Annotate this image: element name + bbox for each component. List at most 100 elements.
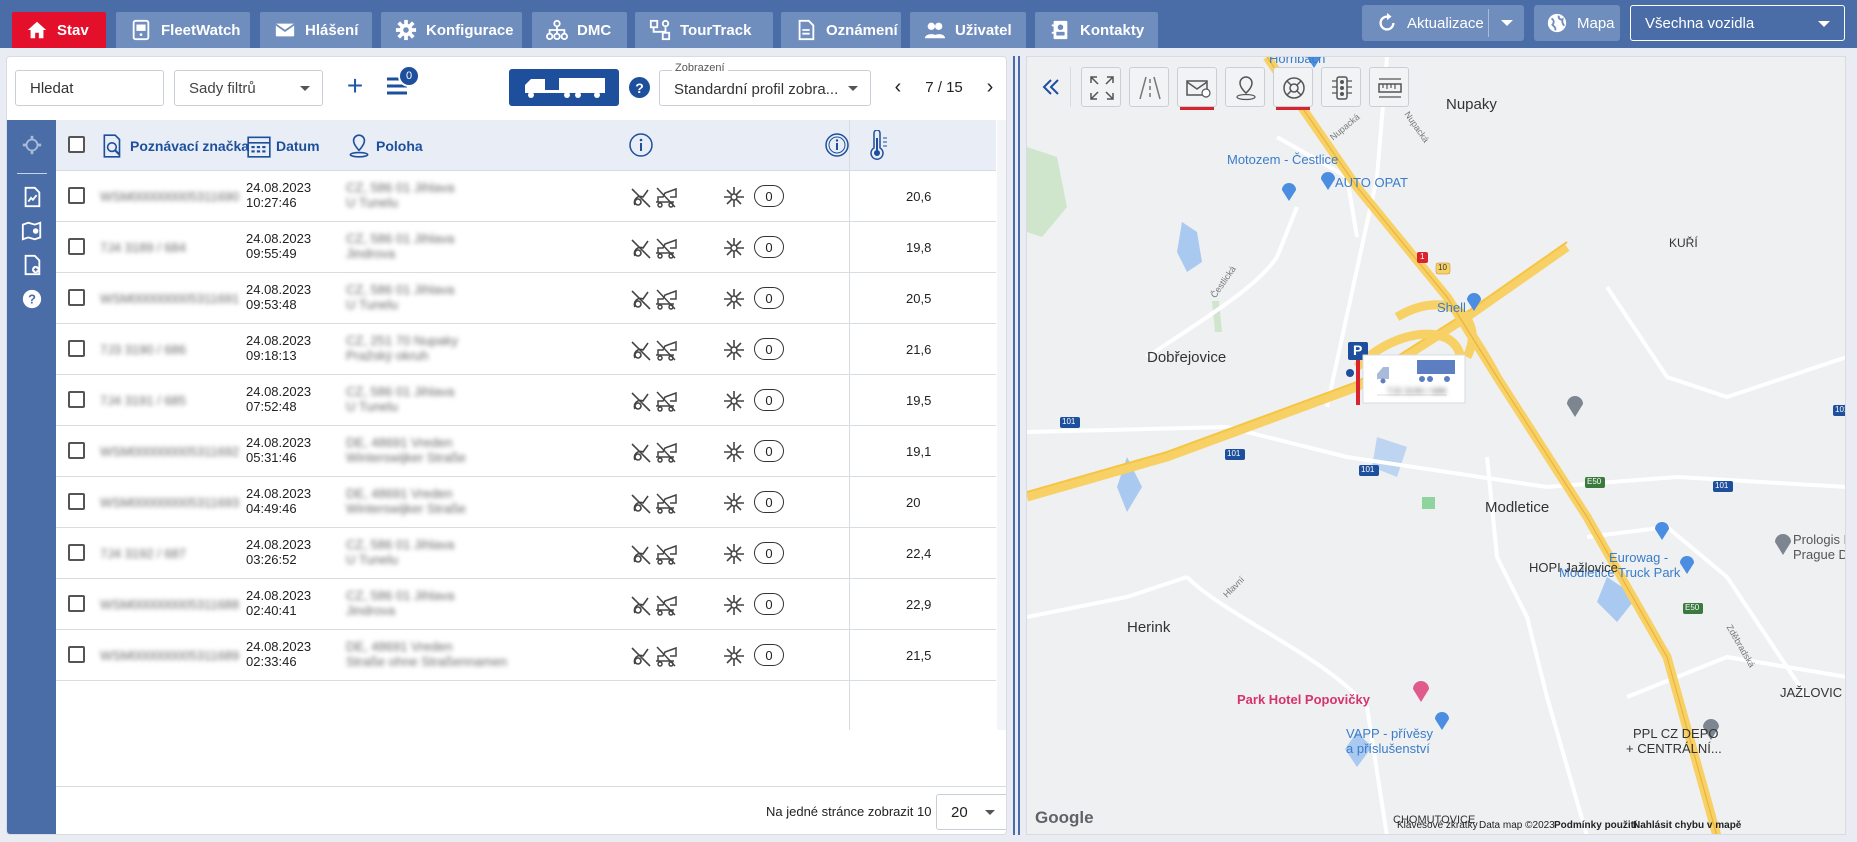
google-logo: Google	[1035, 808, 1094, 827]
report-chart-icon[interactable]	[21, 186, 43, 208]
add-filter-button[interactable]: +	[340, 72, 370, 102]
collapse-panel-button[interactable]	[1035, 67, 1071, 107]
tipper-truck-off-icon	[656, 493, 677, 514]
fit-bounds-button[interactable]	[1081, 67, 1121, 107]
count-badge: 0	[754, 287, 784, 309]
messages-layer-button[interactable]	[1177, 67, 1217, 110]
map-poi-prologis-line2: Prague D1 East	[1793, 547, 1845, 562]
tab-label: Hlášení	[305, 21, 359, 39]
map-poi-hornbach[interactable]: Hornbach	[1269, 57, 1325, 66]
tab-hlaseni[interactable]: Hlášení	[260, 12, 372, 48]
temperature-cell: 20	[906, 495, 921, 510]
column-location[interactable]: Poloha	[346, 120, 423, 171]
tab-stav[interactable]: Stav	[12, 12, 106, 48]
map-poi-shell[interactable]: Shell	[1437, 300, 1466, 315]
row-checkbox[interactable]	[68, 595, 85, 612]
measure-distance-button[interactable]	[1369, 67, 1409, 107]
map-view[interactable]: Nupaky Dobřejovice Modletice Herink KUŘÍ…	[1026, 56, 1846, 835]
table-row[interactable]: 7J3 3190 / 686 24.08.2023 09:18:13 CZ, 251 …	[56, 324, 996, 375]
poi-layer-button[interactable]	[1225, 67, 1265, 107]
row-checkbox[interactable]	[68, 187, 85, 204]
per-page-select[interactable]: 20	[936, 794, 1006, 830]
tab-oznameni[interactable]: Oznámení	[781, 12, 901, 48]
previous-page-button[interactable]: ‹	[889, 76, 907, 99]
road-shield-101: 101	[1361, 465, 1375, 474]
search-input[interactable]: Hledat	[15, 70, 164, 106]
ignition-off-icon	[631, 341, 651, 361]
table-row[interactable]: WSM000000005311691 24.08.2023 09:53:48 CZ, …	[56, 273, 996, 324]
table-row[interactable]: 7J4 3189 / 684 24.08.2023 09:55:49 CZ, 586 …	[56, 222, 996, 273]
tipper-truck-off-icon	[656, 442, 677, 463]
view-profile-select[interactable]: Standardní profil zobra...	[659, 70, 871, 106]
map-report-error-link[interactable]: Nahlásit chybu v mapě	[1633, 820, 1741, 831]
row-checkbox[interactable]	[68, 493, 85, 510]
row-checkbox[interactable]	[68, 442, 85, 459]
page-indicator: 7 / 15	[925, 78, 963, 96]
settings-icon[interactable]	[21, 134, 43, 156]
route-toggle-button[interactable]	[1129, 67, 1169, 107]
map-poi-auto-opat[interactable]: AUTO OPAT	[1335, 175, 1408, 190]
geofence-layer-button[interactable]	[1273, 67, 1313, 110]
row-checkbox[interactable]	[68, 289, 85, 306]
date-cell: 24.08.2023	[246, 435, 312, 450]
add-document-icon[interactable]	[21, 254, 43, 276]
filter-sets-select[interactable]: Sady filtrů	[174, 70, 323, 106]
map-pin-icon[interactable]	[21, 220, 43, 242]
column-date[interactable]: Datum	[246, 120, 320, 171]
time-cell: 04:49:46	[246, 501, 297, 516]
tab-konfigurace[interactable]: Konfigurace	[381, 12, 522, 48]
location-line1-cell: CZ, 586 01 Jihlava	[346, 588, 455, 603]
chevron-down-icon[interactable]	[1501, 20, 1513, 26]
panel-splitter[interactable]	[1013, 56, 1021, 835]
table-scrollbar[interactable]	[997, 120, 1006, 730]
traffic-layer-button[interactable]	[1321, 67, 1361, 107]
select-all-checkbox[interactable]	[68, 136, 85, 153]
location-line1-cell: CZ, 586 01 Jihlava	[346, 282, 455, 297]
double-chevron-left-icon	[1042, 79, 1059, 95]
row-checkbox[interactable]	[68, 646, 85, 663]
tab-uzivatel[interactable]: Uživatel	[910, 12, 1026, 48]
vehicle-view-button[interactable]	[509, 69, 619, 106]
refresh-button[interactable]: Aktualizace	[1362, 5, 1524, 41]
info-circle-icon	[825, 133, 849, 157]
map-poi-eurowag[interactable]: Eurowag -	[1609, 550, 1668, 565]
help-icon[interactable]: ?	[21, 288, 43, 310]
map-poi-prologis[interactable]: Prologis Park	[1793, 532, 1845, 547]
count-badge: 0	[754, 338, 784, 360]
row-checkbox[interactable]	[68, 391, 85, 408]
tab-tourtrack[interactable]: TourTrack	[635, 12, 773, 48]
tab-fleetwatch[interactable]: FleetWatch	[116, 12, 250, 48]
row-checkbox[interactable]	[68, 544, 85, 561]
map-poi-vapp[interactable]: VAPP - přívěsy	[1346, 726, 1433, 741]
map-terms-link[interactable]: Podmínky použití	[1554, 820, 1637, 831]
table-row[interactable]: WSM000000005311690 24.08.2023 10:27:46 CZ, …	[56, 171, 996, 222]
column-divider	[849, 120, 850, 730]
plate-cell: WSM000000005311693	[100, 495, 240, 510]
row-checkbox[interactable]	[68, 238, 85, 255]
location-line2-cell: U Tunelu	[346, 297, 399, 312]
temperature-cell: 21,6	[906, 342, 932, 357]
map-poi-hopi[interactable]: HOPI Jažlovice	[1529, 560, 1618, 575]
column-plate[interactable]: Poznávací značka	[100, 120, 249, 171]
help-button[interactable]: ?	[629, 77, 650, 98]
vehicle-select[interactable]: Všechna vozidla	[1630, 5, 1845, 41]
table-row[interactable]: WSM000000005311692 24.08.2023 05:31:46 DE, …	[56, 426, 996, 477]
next-page-button[interactable]: ›	[981, 76, 999, 99]
row-checkbox[interactable]	[68, 340, 85, 357]
table-row[interactable]: 7J4 3192 / 687 24.08.2023 03:26:52 CZ, 586 …	[56, 528, 996, 579]
map-poi-ppl[interactable]: PPL CZ DEPO	[1633, 726, 1718, 741]
map-poi-motozem[interactable]: Motozem - Čestlice	[1227, 152, 1338, 167]
vehicle-marker-label[interactable]: 7J3 3190 / 686	[1387, 386, 1447, 396]
table-header: Poznávací značka Datum Poloha	[56, 120, 996, 171]
tab-dmc[interactable]: DMC	[532, 12, 627, 48]
wiper-off-icon	[724, 187, 744, 207]
table-row[interactable]: WSM000000005311688 24.08.2023 02:40:41 CZ, …	[56, 579, 996, 630]
map-poi-park-hotel[interactable]: Park Hotel Popovičky	[1237, 692, 1370, 707]
table-row[interactable]: 7J4 3191 / 685 24.08.2023 07:52:48 CZ, 586 …	[56, 375, 996, 426]
map-shortcuts-link[interactable]: Klávesové zkratky	[1397, 820, 1478, 831]
parking-marker[interactable]: P	[1353, 342, 1362, 358]
table-row[interactable]: WSM000000005311693 24.08.2023 04:49:46 DE, …	[56, 477, 996, 528]
tab-kontakty[interactable]: Kontakty	[1035, 12, 1158, 48]
map-button[interactable]: Mapa	[1534, 5, 1620, 41]
table-row[interactable]: WSM000000005311689 24.08.2023 02:33:46 DE, …	[56, 630, 996, 681]
